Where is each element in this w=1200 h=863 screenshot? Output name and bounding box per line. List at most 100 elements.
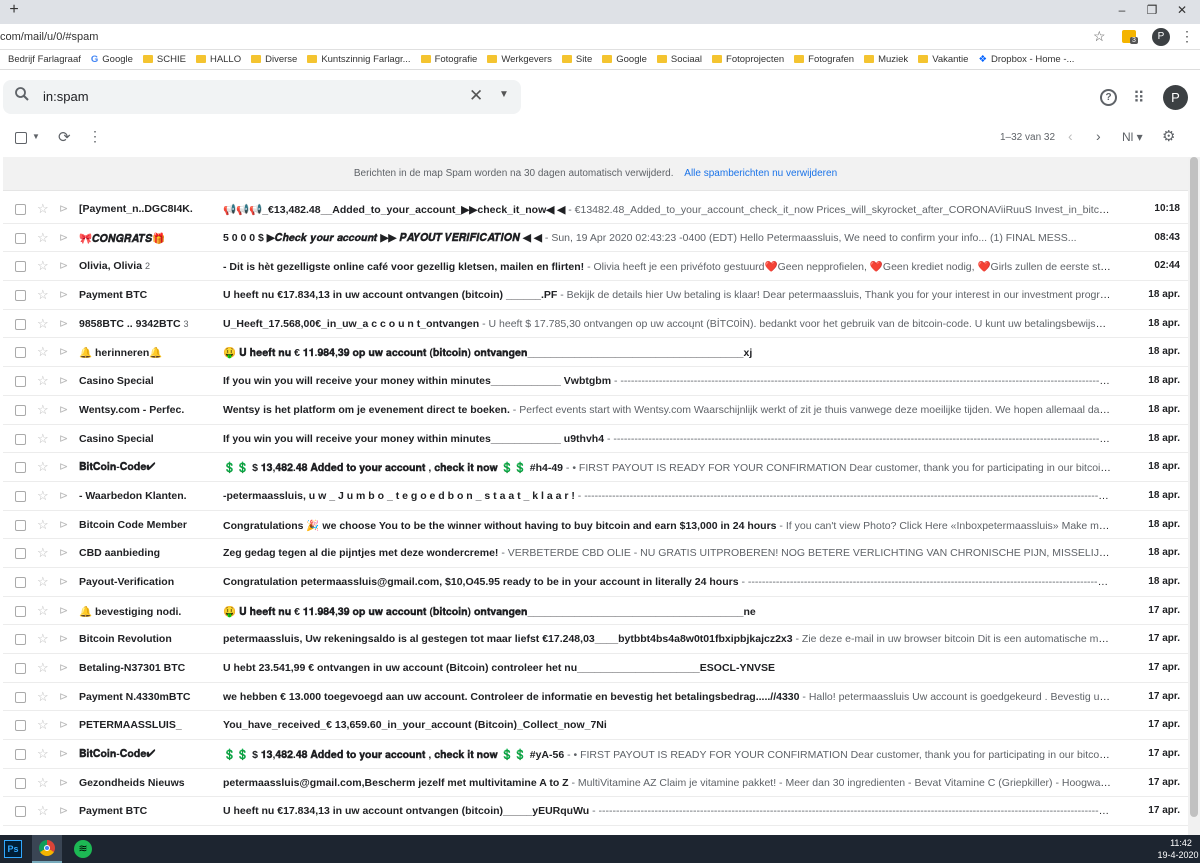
row-checkbox[interactable] bbox=[15, 290, 26, 302]
row-checkbox[interactable] bbox=[15, 376, 26, 388]
star-icon[interactable]: ☆ bbox=[37, 287, 49, 303]
star-icon[interactable]: ☆ bbox=[37, 545, 49, 561]
row-checkbox[interactable] bbox=[15, 347, 26, 359]
importance-marker-icon[interactable]: ⊳ bbox=[59, 804, 68, 817]
photoshop-icon[interactable]: Ps bbox=[4, 840, 22, 858]
bookmark-item[interactable]: G Google bbox=[91, 50, 133, 69]
email-row[interactable]: ☆ ⊳ CBD aanbieding Zeg gedag tegen al die p… bbox=[3, 539, 1188, 568]
importance-marker-icon[interactable]: ⊳ bbox=[59, 546, 68, 559]
email-row[interactable]: ☆ ⊳ 𝐁𝐢𝐭𝐂𝐨𝐢𝐧-𝐂𝐨𝐝𝐞✔ 💲💲 $ 𝟏𝟑,𝟒𝟖𝟐.𝟒𝟖 𝐀𝐝𝐝𝐞𝐝 𝐭𝐨 𝐲… bbox=[3, 453, 1188, 482]
star-icon[interactable]: ☆ bbox=[37, 689, 49, 705]
email-row[interactable]: ☆ ⊳ Gezondheids Nieuws petermaassluis@gmail… bbox=[3, 768, 1188, 798]
email-row[interactable]: ☆ ⊳ Bitcoin Code Member Congratulations 🎉 w… bbox=[3, 510, 1188, 540]
importance-marker-icon[interactable]: ⊳ bbox=[59, 518, 68, 531]
bookmark-item[interactable]: Kuntszinnig Farlagr... bbox=[307, 50, 411, 69]
email-row[interactable]: ☆ ⊳ 🔔 bevestiging nodi. 🤑 𝐔 𝐡𝐞𝐞𝐟𝐭 𝐧𝐮 € 𝟏𝟏.𝟗… bbox=[3, 596, 1188, 626]
row-checkbox[interactable] bbox=[15, 261, 26, 273]
row-checkbox[interactable] bbox=[15, 433, 26, 445]
search-input[interactable] bbox=[43, 89, 443, 104]
scrollbar[interactable] bbox=[1188, 157, 1200, 835]
star-icon[interactable]: ☆ bbox=[37, 201, 49, 217]
importance-marker-icon[interactable]: ⊳ bbox=[59, 231, 68, 244]
row-checkbox[interactable] bbox=[15, 691, 26, 703]
bookmark-item[interactable]: Muziek bbox=[864, 50, 908, 69]
email-row[interactable]: ☆ ⊳ Olivia, Olivia 2 - Dit is hèt gezelligst… bbox=[3, 252, 1188, 282]
row-checkbox[interactable] bbox=[15, 634, 26, 646]
settings-gear-icon[interactable]: ⚙ bbox=[1162, 127, 1175, 145]
bookmark-item[interactable]: Fotoprojecten bbox=[712, 50, 784, 69]
select-all-checkbox[interactable] bbox=[15, 132, 27, 144]
email-row[interactable]: ☆ ⊳ 9858BTC .. 9342BTC 3 U_Heeft_17.568,00€_… bbox=[3, 309, 1188, 339]
email-row[interactable]: ☆ ⊳ Payment BTC U heeft nu €17.834,13 in uw… bbox=[3, 281, 1188, 310]
email-row[interactable]: ☆ ⊳ Wentsy.com - Perfec. Wentsy is het plat… bbox=[3, 395, 1188, 425]
select-dropdown-icon[interactable]: ▼ bbox=[32, 132, 40, 141]
bookmark-item[interactable]: Diverse bbox=[251, 50, 297, 69]
row-checkbox[interactable] bbox=[15, 777, 26, 789]
bookmark-star-icon[interactable]: ☆ bbox=[1093, 28, 1106, 45]
importance-marker-icon[interactable]: ⊳ bbox=[59, 776, 68, 789]
close-window-button[interactable]: ✕ bbox=[1172, 3, 1192, 17]
row-checkbox[interactable] bbox=[15, 462, 26, 474]
scrollbar-thumb[interactable] bbox=[1190, 157, 1198, 817]
row-checkbox[interactable] bbox=[15, 663, 26, 674]
email-row[interactable]: ☆ ⊳ 🔔 herinneren🔔 🤑 𝐔 𝐡𝐞𝐞𝐟𝐭 𝐧𝐮 € 𝟏𝟏.𝟗𝟖𝟒,𝟑𝟗 … bbox=[3, 338, 1188, 368]
star-icon[interactable]: ☆ bbox=[37, 230, 49, 246]
row-checkbox[interactable] bbox=[15, 605, 26, 617]
star-icon[interactable]: ☆ bbox=[37, 258, 49, 274]
importance-marker-icon[interactable]: ⊳ bbox=[59, 718, 68, 731]
row-checkbox[interactable] bbox=[15, 749, 26, 761]
more-options-icon[interactable]: ⋮ bbox=[88, 128, 102, 145]
bookmark-item[interactable]: Bedrijf Farlagraaf bbox=[8, 50, 81, 69]
row-checkbox[interactable] bbox=[15, 576, 26, 588]
help-icon[interactable]: ? bbox=[1100, 89, 1117, 106]
star-icon[interactable]: ☆ bbox=[37, 431, 49, 447]
star-icon[interactable]: ☆ bbox=[37, 402, 49, 418]
account-avatar[interactable]: P bbox=[1163, 85, 1188, 110]
email-row[interactable]: ☆ ⊳ [Payment_n..DGC8I4K. 📢📢📢_€13,482.48__Ad… bbox=[3, 195, 1188, 224]
row-checkbox[interactable] bbox=[15, 720, 26, 732]
email-row[interactable]: ☆ ⊳ Payout-Verification Congratulation pete… bbox=[3, 567, 1188, 597]
importance-marker-icon[interactable]: ⊳ bbox=[59, 575, 68, 588]
star-icon[interactable]: ☆ bbox=[37, 316, 49, 332]
row-checkbox[interactable] bbox=[15, 490, 26, 502]
url-field[interactable]: com/mail/u/0/#spam bbox=[0, 31, 98, 43]
new-tab-button[interactable]: + bbox=[4, 1, 24, 19]
importance-marker-icon[interactable]: ⊳ bbox=[59, 202, 68, 215]
search-icon[interactable] bbox=[14, 86, 30, 107]
bookmark-item[interactable]: Vakantie bbox=[918, 50, 968, 69]
email-row[interactable]: ☆ ⊳ PETERMAASSLUIS_ You_have_received_€ 13,… bbox=[3, 711, 1188, 741]
bookmark-item[interactable]: Site bbox=[561, 50, 592, 69]
refresh-icon[interactable]: ⟳ bbox=[58, 128, 71, 146]
browser-profile-avatar[interactable]: P bbox=[1152, 28, 1170, 46]
importance-marker-icon[interactable]: ⊳ bbox=[59, 374, 68, 387]
next-page-icon[interactable]: › bbox=[1096, 128, 1101, 144]
row-checkbox[interactable] bbox=[15, 318, 26, 330]
chrome-taskbar-button[interactable] bbox=[32, 835, 62, 863]
maximize-button[interactable]: ❐ bbox=[1142, 3, 1162, 17]
star-icon[interactable]: ☆ bbox=[37, 517, 49, 533]
row-checkbox[interactable] bbox=[15, 806, 26, 818]
star-icon[interactable]: ☆ bbox=[37, 717, 49, 733]
importance-marker-icon[interactable]: ⊳ bbox=[59, 632, 68, 645]
star-icon[interactable]: ☆ bbox=[37, 488, 49, 504]
bookmark-item[interactable]: SCHIE bbox=[142, 50, 186, 69]
email-row[interactable]: ☆ ⊳ Betaling-N37301 BTC U hebt 23.541,99 € … bbox=[3, 654, 1188, 683]
importance-marker-icon[interactable]: ⊳ bbox=[59, 317, 68, 330]
importance-marker-icon[interactable]: ⊳ bbox=[59, 288, 68, 301]
star-icon[interactable]: ☆ bbox=[37, 344, 49, 360]
star-icon[interactable]: ☆ bbox=[37, 803, 49, 819]
row-checkbox[interactable] bbox=[15, 232, 26, 244]
row-checkbox[interactable] bbox=[15, 204, 26, 215]
importance-marker-icon[interactable]: ⊳ bbox=[59, 432, 68, 445]
email-row[interactable]: ☆ ⊳ 𝐁𝐢𝐭𝐂𝐨𝐢𝐧-𝐂𝐨𝐝𝐞✔ 💲💲 $ 𝟏𝟑,𝟒𝟖𝟐.𝟒𝟖 𝐀𝐝𝐝𝐞𝐝 𝐭𝐨 𝐲… bbox=[3, 740, 1188, 769]
importance-marker-icon[interactable]: ⊳ bbox=[59, 345, 68, 358]
search-options-dropdown-icon[interactable]: ▼ bbox=[499, 89, 509, 100]
star-icon[interactable]: ☆ bbox=[37, 775, 49, 791]
email-row[interactable]: ☆ ⊳ 🎀𝑪𝑶𝑵𝑮𝑹𝑨𝑻𝑺🎁 5 0 0 0 $ ▶𝑪𝒉𝒆𝒄𝒌 𝒚𝒐𝒖𝒓 𝒂𝒄𝒄𝒐𝒖𝒏… bbox=[3, 223, 1188, 253]
importance-marker-icon[interactable]: ⊳ bbox=[59, 489, 68, 502]
previous-page-icon[interactable]: ‹ bbox=[1068, 128, 1073, 144]
importance-marker-icon[interactable]: ⊳ bbox=[59, 661, 68, 674]
importance-marker-icon[interactable]: ⊳ bbox=[59, 690, 68, 703]
bookmark-item[interactable]: Fotografen bbox=[794, 50, 854, 69]
bookmark-item[interactable]: Werkgevers bbox=[487, 50, 552, 69]
